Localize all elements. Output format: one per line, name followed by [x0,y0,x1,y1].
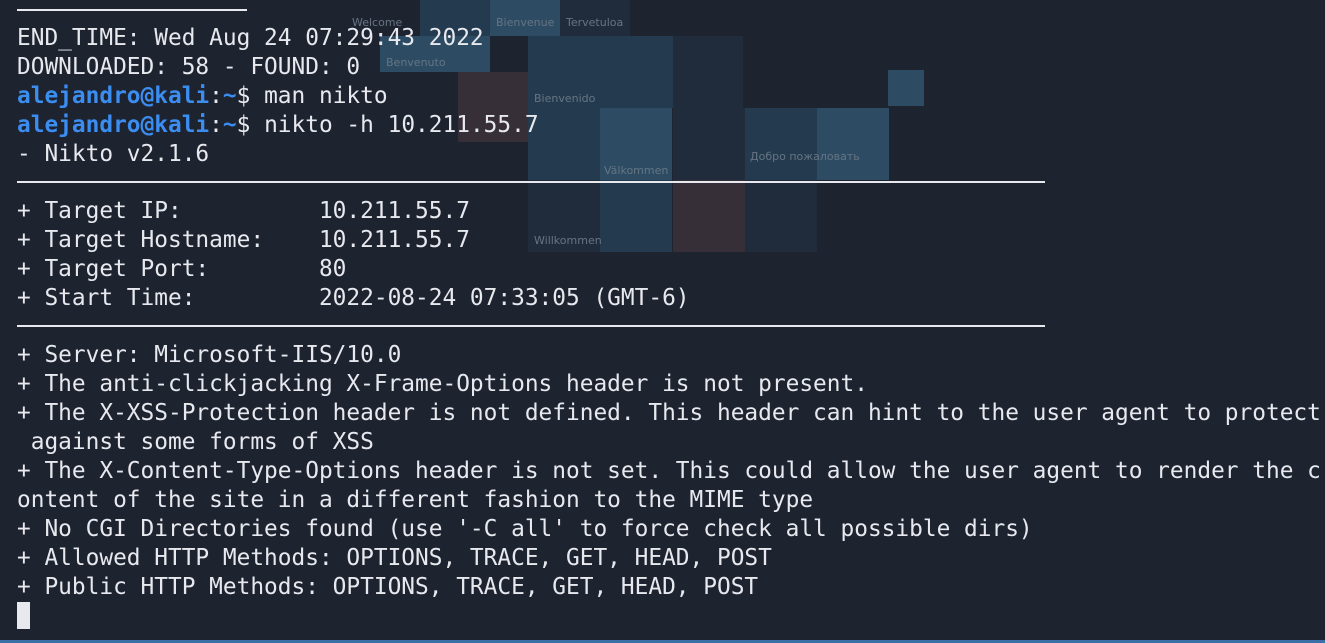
allowed-methods-line: + Allowed HTTP Methods: OPTIONS, TRACE, … [17,545,772,571]
downloaded-line: DOWNLOADED: 58 - FOUND: 0 [17,54,361,80]
separator-rule [17,181,1045,183]
prompt-path: ~ [222,112,237,138]
prompt-user: alejandro@kali [17,83,210,109]
wallpaper-word: Benvenuto [386,56,446,69]
prompt-path: ~ [222,83,237,109]
prompt-dollar: $ [236,83,265,109]
target-ip-line: + Target IP: 10.211.55.7 [17,198,470,224]
prompt-line: alejandro@kali:~$ man nikto [17,82,388,111]
text-cursor[interactable] [17,602,30,629]
wallpaper-word: Добро пожаловать [750,150,860,163]
prompt-dollar: $ [236,112,265,138]
target-hostname-line: + Target Hostname: 10.211.55.7 [17,227,470,253]
wallpaper-word: Tervetuloa [566,16,624,29]
end-time-line: END_TIME: Wed Aug 24 07:29:43 2022 [17,25,484,51]
public-methods-line: + Public HTTP Methods: OPTIONS, TRACE, G… [17,574,759,600]
content-type-line-continued: ontent of the site in a different fashio… [17,487,814,513]
xss-line-continued: against some forms of XSS [17,429,374,455]
nikto-version-line: - Nikto v2.1.6 [17,141,210,167]
separator-rule [17,325,1045,327]
top-rule [17,9,247,11]
xss-line: + The X-XSS-Protection header is not def… [17,400,1321,426]
wallpaper-word: Willkommen [534,234,602,247]
wallpaper-word: Bienvenido [534,92,596,105]
terminal-window[interactable]: Welcome Bienvenue Tervetuloa Benvenuto B… [0,0,1325,643]
command-text: man nikto [264,83,388,109]
clickjacking-line: + The anti-clickjacking X-Frame-Options … [17,371,868,397]
cgi-line: + No CGI Directories found (use '-C all'… [17,516,1033,542]
prompt-line: alejandro@kali:~$ nikto -h 10.211.55.7 [17,111,539,140]
prompt-user: alejandro@kali [17,112,210,138]
wallpaper-word: Välkommen [604,164,669,177]
server-line: + Server: Microsoft-IIS/10.0 [17,342,402,368]
prompt-separator: : [209,112,223,138]
start-time-line: + Start Time: 2022-08-24 07:33:05 (GMT-6… [17,285,690,311]
target-port-line: + Target Port: 80 [17,256,347,282]
content-type-line: + The X-Content-Type-Options header is n… [17,458,1321,484]
prompt-separator: : [209,83,223,109]
command-text: nikto -h 10.211.55.7 [264,112,539,138]
wallpaper-word: Bienvenue [496,16,555,29]
